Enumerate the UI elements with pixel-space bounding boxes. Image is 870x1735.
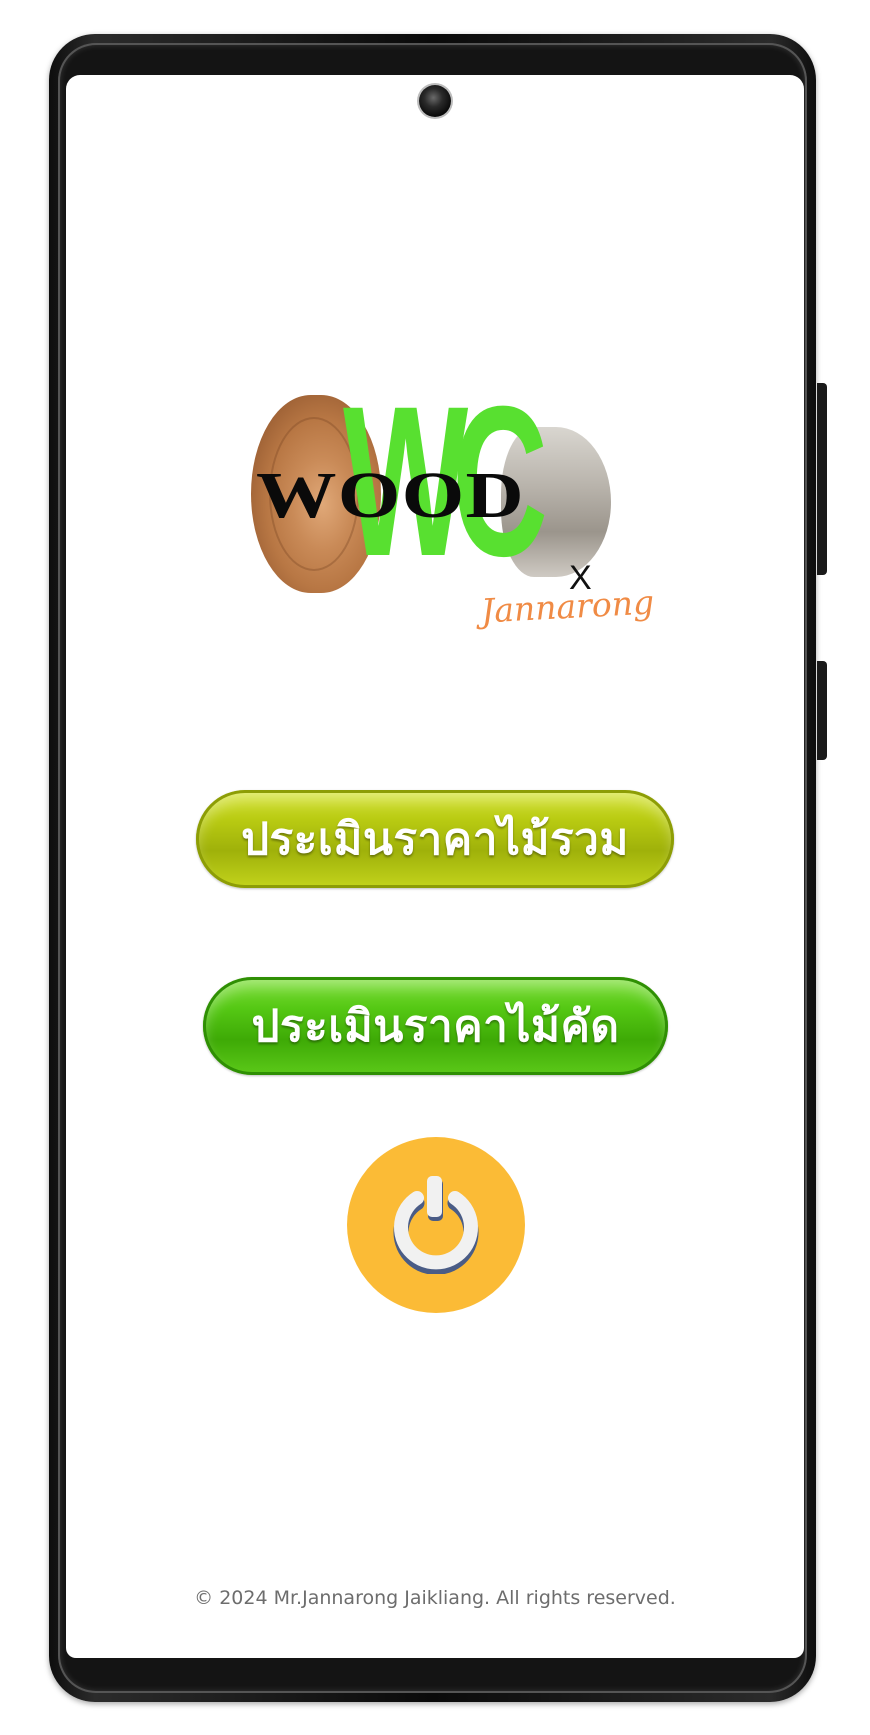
phone-volume-key xyxy=(817,661,827,760)
logo-wood-text: WOOD xyxy=(256,459,525,532)
estimate-selected-wood-price-button[interactable]: ประเมินราคาไม้คัด xyxy=(203,977,668,1075)
estimate-selected-wood-price-label: ประเมินราคาไม้คัด xyxy=(251,1001,620,1052)
front-camera xyxy=(419,85,451,117)
power-icon xyxy=(393,1176,479,1274)
estimate-total-wood-price-label: ประเมินราคาไม้รวม xyxy=(241,814,629,865)
copyright-footer: © 2024 Mr.Jannarong Jaikliang. All right… xyxy=(194,1587,676,1609)
logo-signature: Jannarong xyxy=(480,582,655,631)
exit-power-button[interactable] xyxy=(347,1137,525,1313)
app-logo: WC WOOD X Jannarong xyxy=(251,375,655,643)
app-screen: WC WOOD X Jannarong ประเมินราคาไม้รวม ปร… xyxy=(66,75,804,1658)
estimate-total-wood-price-button[interactable]: ประเมินราคาไม้รวม xyxy=(196,790,674,888)
phone-power-key xyxy=(817,383,827,575)
